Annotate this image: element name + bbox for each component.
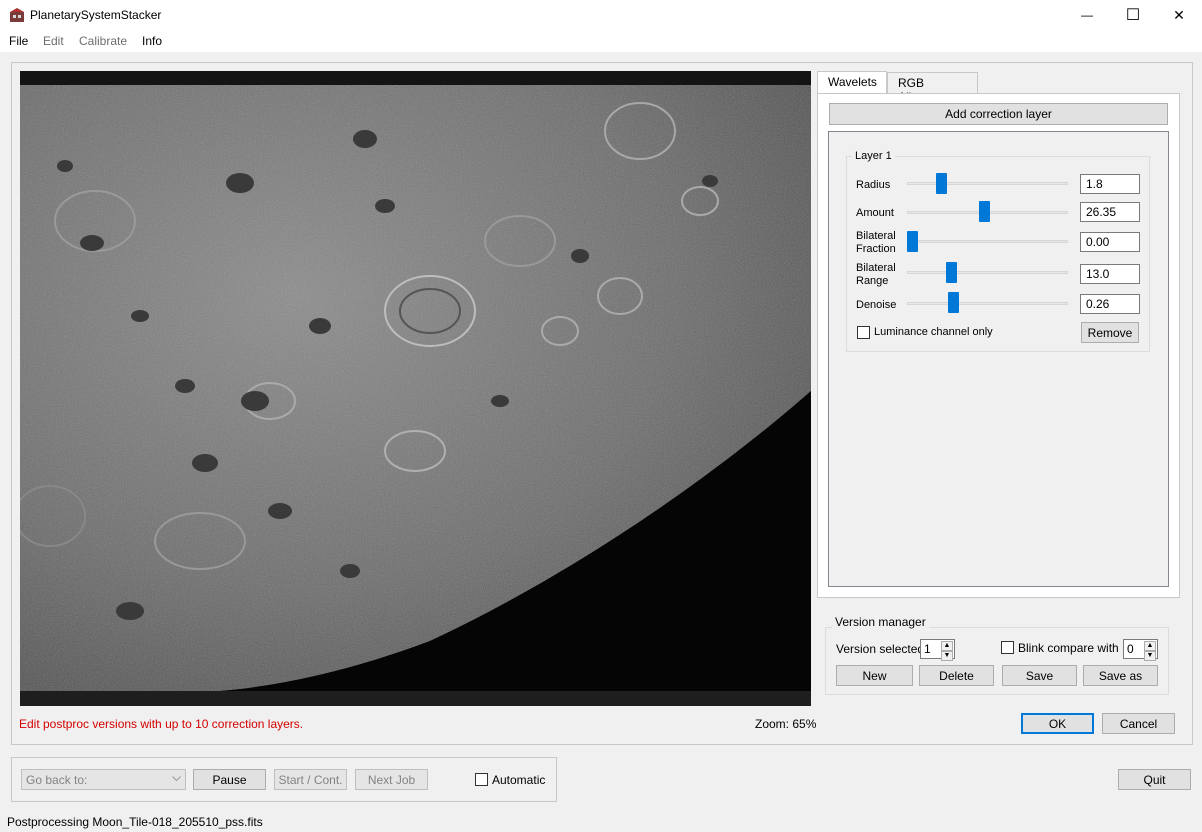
- moon-image: [20, 71, 811, 706]
- menu-bar: [0, 30, 1202, 52]
- maximize-icon: ☐: [1125, 7, 1141, 24]
- bilateral-range-slider-handle[interactable]: [946, 262, 957, 283]
- moon-image-view[interactable]: [20, 71, 811, 706]
- version-selected-arrows[interactable]: ▲ ▼: [941, 641, 953, 661]
- go-back-combo[interactable]: Go back to:: [21, 769, 186, 790]
- down-arrow-icon[interactable]: ▼: [1144, 651, 1156, 661]
- up-arrow-icon[interactable]: ▲: [1144, 641, 1156, 651]
- blink-compare-checkbox[interactable]: [1001, 641, 1014, 654]
- amount-field[interactable]: 26.35: [1080, 202, 1140, 222]
- save-version-button[interactable]: Save: [1002, 665, 1077, 686]
- bilateral-fraction-field[interactable]: 0.00: [1080, 232, 1140, 252]
- version-selected-label: Version selected: [836, 642, 925, 656]
- add-correction-layer-button[interactable]: Add correction layer: [829, 103, 1168, 125]
- denoise-slider[interactable]: [907, 302, 1068, 305]
- tab-rgb-alignment[interactable]: RGB Alignment: [887, 72, 978, 104]
- down-arrow-icon[interactable]: ▼: [941, 651, 953, 661]
- quit-button[interactable]: Quit: [1118, 769, 1191, 790]
- close-icon: ✕: [1173, 6, 1185, 23]
- info-message: Edit postproc versions with up to 10 cor…: [19, 717, 304, 731]
- start-continue-button[interactable]: Start / Cont.: [274, 769, 347, 790]
- minimize-button[interactable]: —: [1064, 0, 1110, 30]
- go-back-combo-text: Go back to:: [26, 773, 88, 787]
- pause-button[interactable]: Pause: [193, 769, 266, 790]
- zoom-readout: Zoom: 65%: [755, 717, 817, 731]
- up-arrow-icon[interactable]: ▲: [941, 641, 953, 651]
- bilateral-range-slider[interactable]: [907, 271, 1068, 274]
- denoise-field[interactable]: 0.26: [1080, 294, 1140, 314]
- amount-label: Amount: [856, 207, 894, 219]
- window-title: PlanetarySystemStacker: [30, 8, 162, 22]
- next-job-button[interactable]: Next Job: [355, 769, 428, 790]
- luminance-checkbox[interactable]: [857, 326, 870, 339]
- new-version-button[interactable]: New: [836, 665, 913, 686]
- radius-field[interactable]: 1.8: [1080, 174, 1140, 194]
- bilateral-fraction-slider-handle[interactable]: [907, 231, 918, 252]
- bilateral-fraction-slider[interactable]: [907, 240, 1068, 243]
- tab-wavelets[interactable]: Wavelets: [817, 71, 887, 94]
- denoise-label: Denoise: [856, 299, 897, 311]
- close-button[interactable]: ✕: [1156, 0, 1202, 30]
- amount-slider-handle[interactable]: [979, 201, 990, 222]
- app-icon: [10, 8, 24, 22]
- blink-version-arrows[interactable]: ▲ ▼: [1144, 641, 1156, 661]
- automatic-label: Automatic: [492, 773, 546, 787]
- luminance-label: Luminance channel only: [874, 326, 993, 338]
- radius-label: Radius: [856, 179, 891, 191]
- radius-slider-handle[interactable]: [935, 173, 947, 194]
- bilateral-range-field[interactable]: 13.0: [1080, 264, 1140, 284]
- version-selected-value: 1: [924, 642, 931, 656]
- version-selected-spinbox[interactable]: 1 ▲ ▼: [920, 639, 955, 661]
- layer-title: Layer 1: [852, 150, 895, 162]
- blink-version-spinbox[interactable]: 0 ▲ ▼: [1123, 639, 1158, 661]
- automatic-checkbox[interactable]: [475, 773, 488, 786]
- blink-version-value: 0: [1127, 642, 1134, 656]
- chevron-down-icon: [172, 776, 181, 782]
- save-as-version-button[interactable]: Save as: [1083, 665, 1158, 686]
- delete-version-button[interactable]: Delete: [919, 665, 994, 686]
- remove-layer-button[interactable]: Remove: [1081, 322, 1139, 343]
- bilateral-fraction-label: Bilateral Fraction: [856, 230, 896, 255]
- menu-calibrate[interactable]: Calibrate: [79, 34, 127, 48]
- status-bar-text: Postprocessing Moon_Tile-018_205510_pss.…: [7, 815, 263, 829]
- menu-info[interactable]: Info: [142, 34, 162, 48]
- denoise-slider-handle[interactable]: [947, 292, 959, 313]
- maximize-button[interactable]: ☐: [1110, 0, 1156, 30]
- menu-edit[interactable]: Edit: [43, 34, 64, 48]
- cancel-button[interactable]: Cancel: [1102, 713, 1175, 734]
- version-manager-title: Version manager: [832, 615, 929, 629]
- minimize-icon: —: [1081, 8, 1093, 22]
- menu-file[interactable]: File: [9, 34, 28, 48]
- bilateral-range-label: Bilateral Range: [856, 262, 896, 287]
- title-bar: [0, 0, 1202, 30]
- radius-slider[interactable]: [907, 182, 1068, 185]
- ok-button[interactable]: OK: [1021, 713, 1094, 734]
- blink-compare-label: Blink compare with: [1018, 641, 1119, 655]
